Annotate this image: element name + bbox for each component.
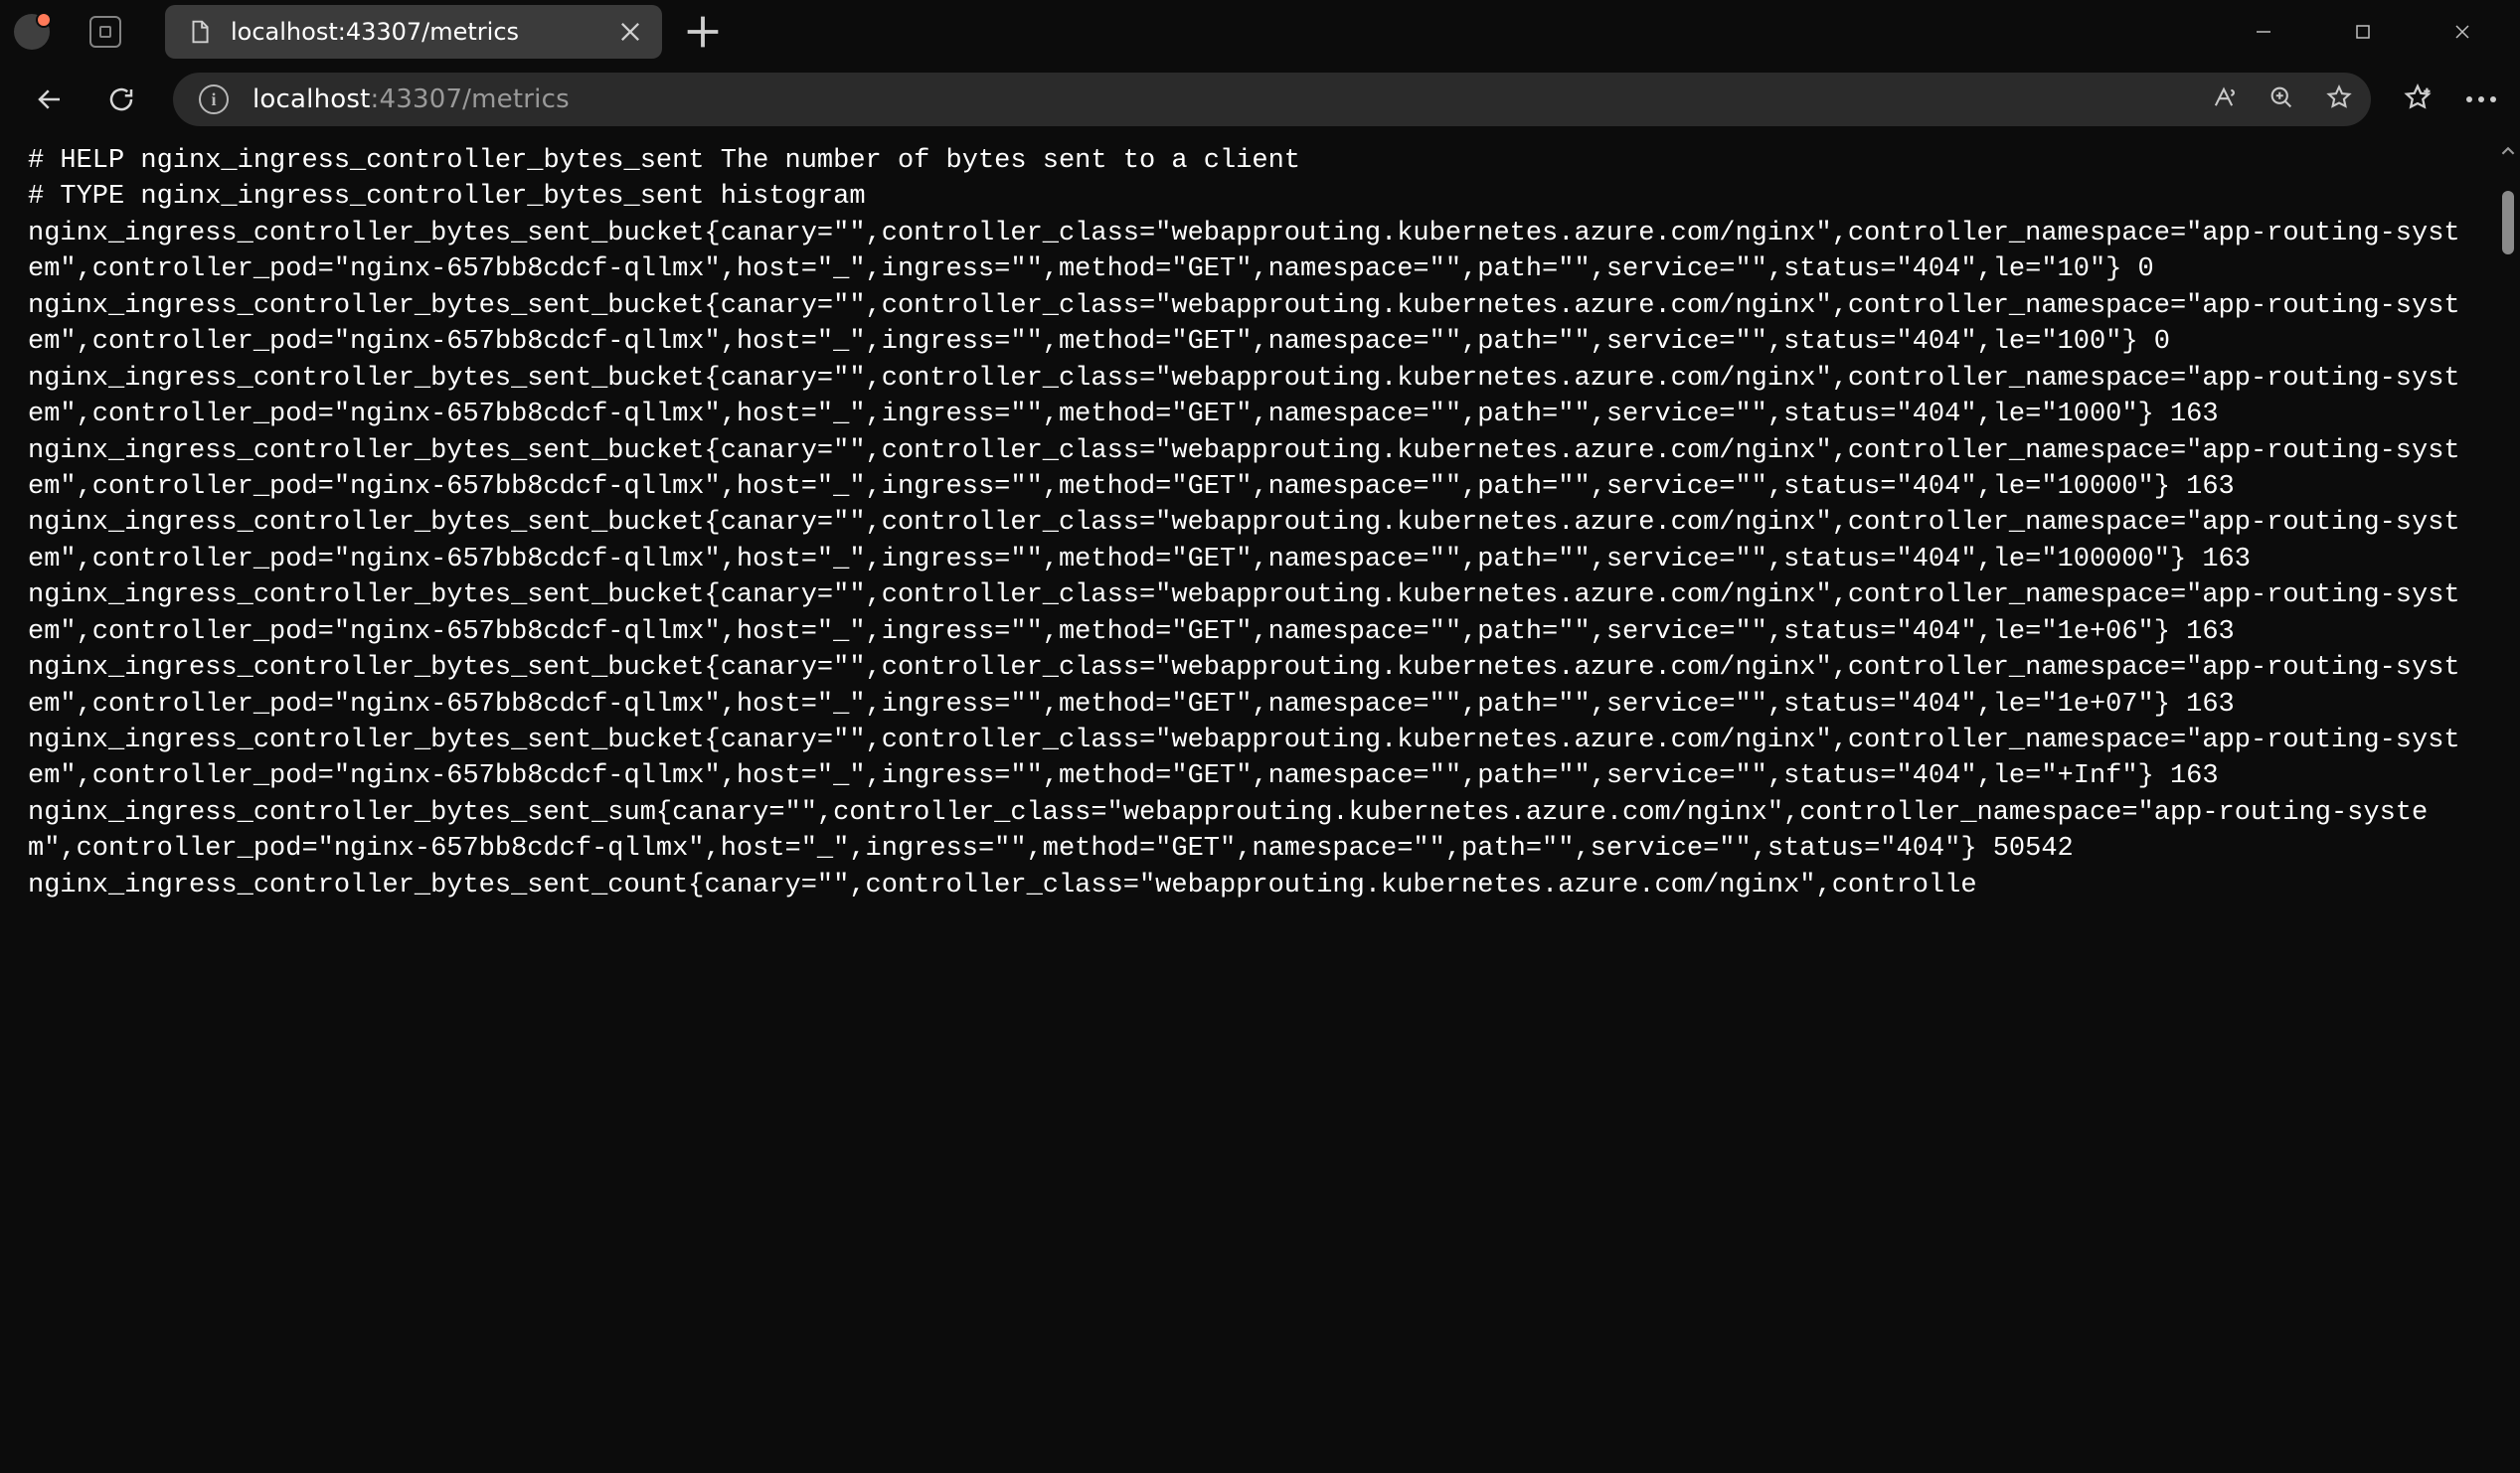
address-bar[interactable]: i localhost:43307/metrics bbox=[173, 73, 2371, 126]
page-viewport: # HELP nginx_ingress_controller_bytes_se… bbox=[0, 135, 2520, 1473]
toolbar: i localhost:43307/metrics bbox=[0, 64, 2520, 135]
scrollbar[interactable] bbox=[2500, 143, 2516, 1465]
site-info-icon[interactable]: i bbox=[199, 84, 229, 114]
address-actions bbox=[2210, 83, 2353, 115]
close-tab-button[interactable] bbox=[616, 18, 644, 46]
close-window-button[interactable] bbox=[2413, 4, 2512, 60]
document-icon bbox=[187, 19, 213, 45]
scrollbar-thumb[interactable] bbox=[2502, 191, 2514, 254]
refresh-button[interactable] bbox=[101, 80, 141, 119]
back-button[interactable] bbox=[30, 80, 70, 119]
url-text: localhost:43307/metrics bbox=[252, 84, 570, 114]
toolbar-right bbox=[2403, 82, 2496, 116]
tab-actions-button[interactable] bbox=[89, 16, 121, 48]
window-controls bbox=[2214, 4, 2512, 60]
read-aloud-icon[interactable] bbox=[2210, 83, 2238, 115]
minimize-button[interactable] bbox=[2214, 4, 2313, 60]
profile-avatar[interactable] bbox=[14, 14, 50, 50]
favorites-bar-icon[interactable] bbox=[2403, 82, 2433, 116]
favorite-icon[interactable] bbox=[2325, 83, 2353, 115]
url-rest: :43307/metrics bbox=[371, 84, 570, 114]
tab-actions-icon bbox=[99, 26, 111, 38]
url-host: localhost bbox=[252, 84, 371, 114]
zoom-icon[interactable] bbox=[2268, 83, 2295, 115]
scrollbar-up-arrow-icon[interactable] bbox=[2500, 143, 2516, 159]
new-tab-button[interactable] bbox=[680, 9, 726, 55]
title-bar: localhost:43307/metrics bbox=[0, 0, 2520, 64]
tab-title: localhost:43307/metrics bbox=[231, 18, 519, 46]
more-menu-button[interactable] bbox=[2466, 96, 2496, 102]
metrics-content: # HELP nginx_ingress_controller_bytes_se… bbox=[0, 135, 2496, 911]
maximize-button[interactable] bbox=[2313, 4, 2413, 60]
browser-tab[interactable]: localhost:43307/metrics bbox=[165, 5, 662, 59]
